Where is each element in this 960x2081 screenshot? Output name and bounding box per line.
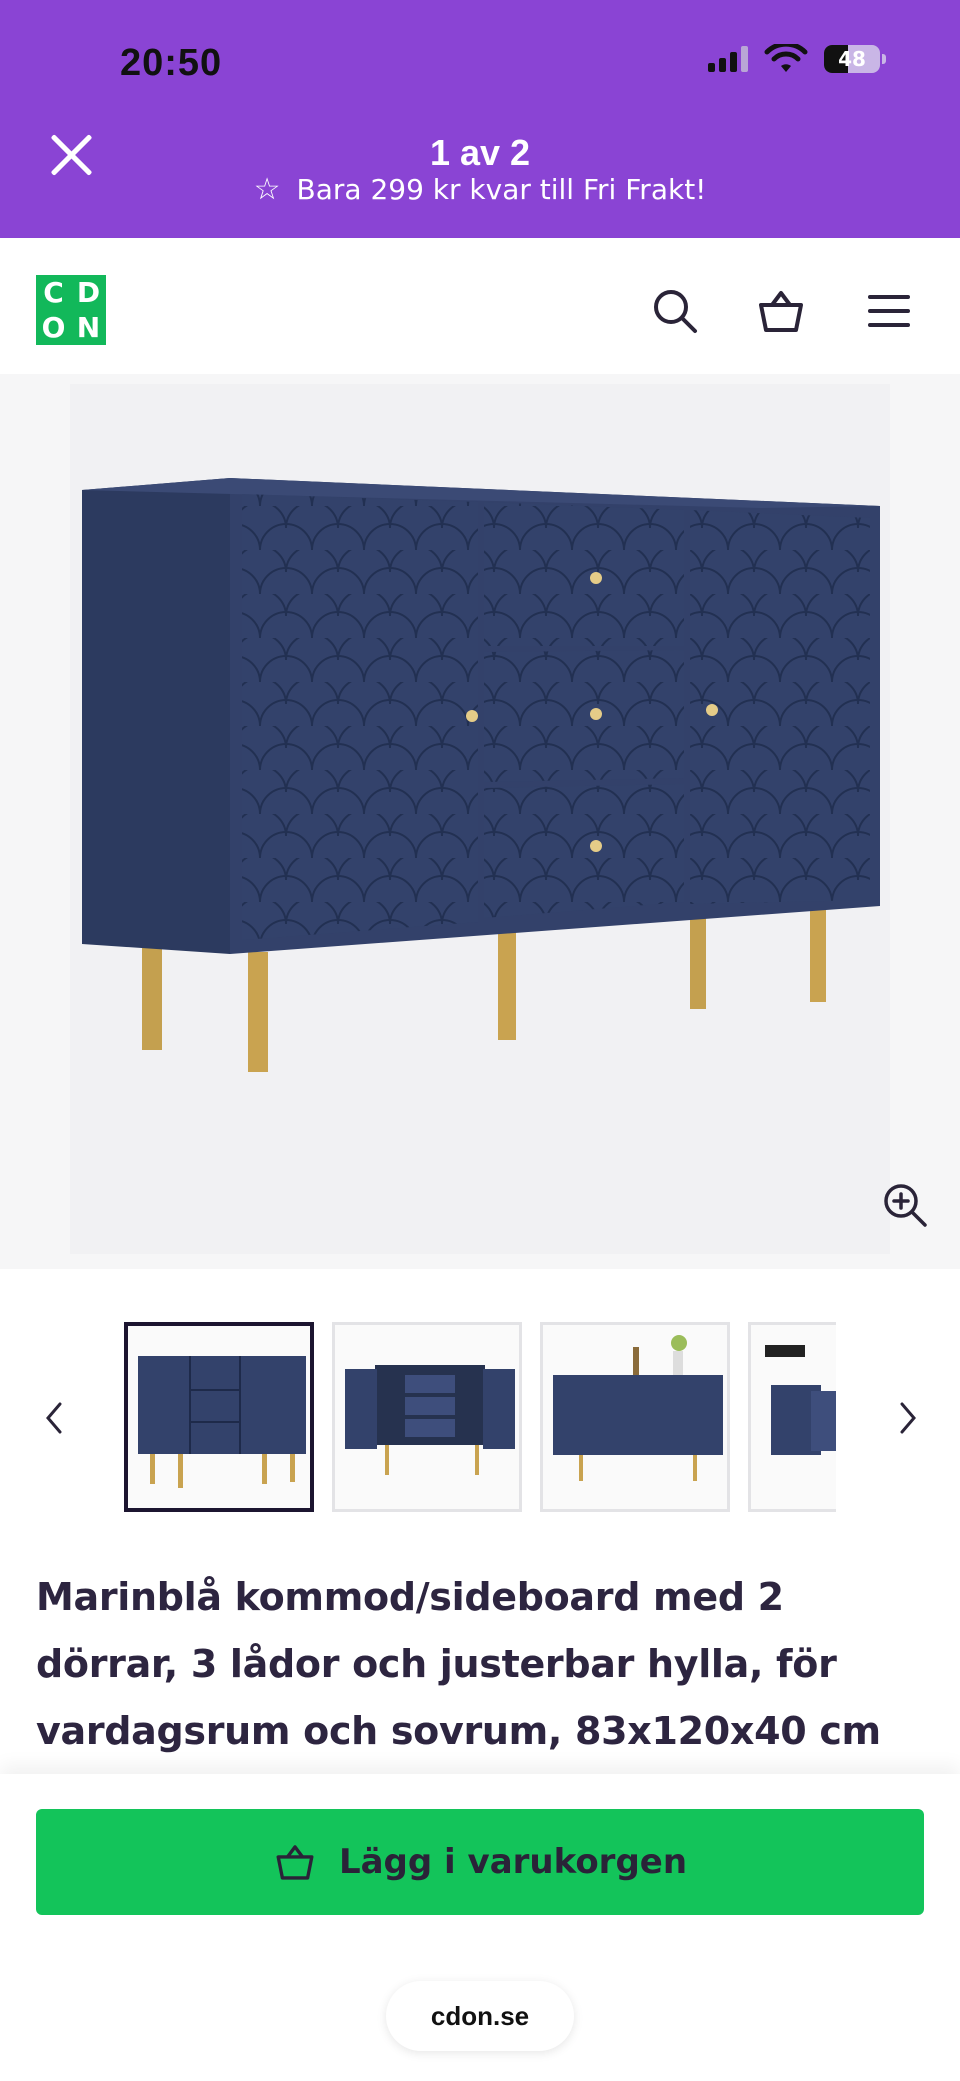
basket-icon (276, 1845, 314, 1880)
logo-letter: O (41, 311, 66, 344)
add-to-cart-button[interactable]: Lägg i varukorgen (36, 1809, 924, 1915)
product-title: Marinblå kommod/sideboard med 2 dörrar, … (36, 1575, 881, 1753)
zoom-in-icon[interactable] (880, 1180, 930, 1230)
free-shipping-text: Bara 299 kr kvar till Fri Frakt! (296, 173, 707, 206)
browser-url-pill[interactable]: cdon.se (386, 1981, 574, 2051)
browser-url: cdon.se (430, 2000, 530, 2031)
hamburger-menu-icon[interactable] (864, 286, 914, 336)
thumbnail-1[interactable] (124, 1322, 314, 1512)
chevron-right-icon[interactable] (892, 1398, 922, 1438)
add-to-cart-label: Lägg i varukorgen (338, 1842, 688, 1882)
overlay-header: 20:50 48 1 av 2 ☆ Bara 299 kr kvar till F… (0, 0, 960, 238)
search-icon[interactable] (650, 286, 700, 336)
battery-icon: 48 (824, 45, 886, 73)
image-pager: 1 av 2 (429, 132, 531, 173)
thumbnail-carousel (0, 1320, 960, 1520)
logo-letter: N (76, 311, 101, 344)
bottom-action-bar: Lägg i varukorgen cdon.se (0, 1774, 960, 2081)
product-image-sideboard (70, 384, 890, 1254)
logo-letter: C (43, 276, 64, 309)
free-shipping-banner: ☆ Bara 299 kr kvar till Fri Frakt! (0, 172, 960, 207)
site-navbar: C D O N (0, 238, 960, 374)
product-image-gallery[interactable] (0, 374, 960, 1269)
battery-level: 48 (838, 47, 866, 71)
thumbnail-track (124, 1320, 836, 1516)
thumbnail-2[interactable] (332, 1322, 522, 1512)
logo-letter: D (76, 276, 101, 309)
cdon-logo[interactable]: C D O N (36, 275, 106, 345)
chevron-left-icon[interactable] (40, 1398, 70, 1438)
basket-icon[interactable] (756, 286, 806, 336)
star-icon: ☆ (253, 172, 281, 207)
wifi-icon (764, 44, 808, 72)
cellular-signal-icon (708, 46, 748, 72)
thumbnail-4[interactable] (748, 1322, 836, 1512)
status-icons: 48 (708, 44, 886, 74)
thumbnail-3[interactable] (540, 1322, 730, 1512)
status-time: 20:50 (120, 42, 223, 84)
